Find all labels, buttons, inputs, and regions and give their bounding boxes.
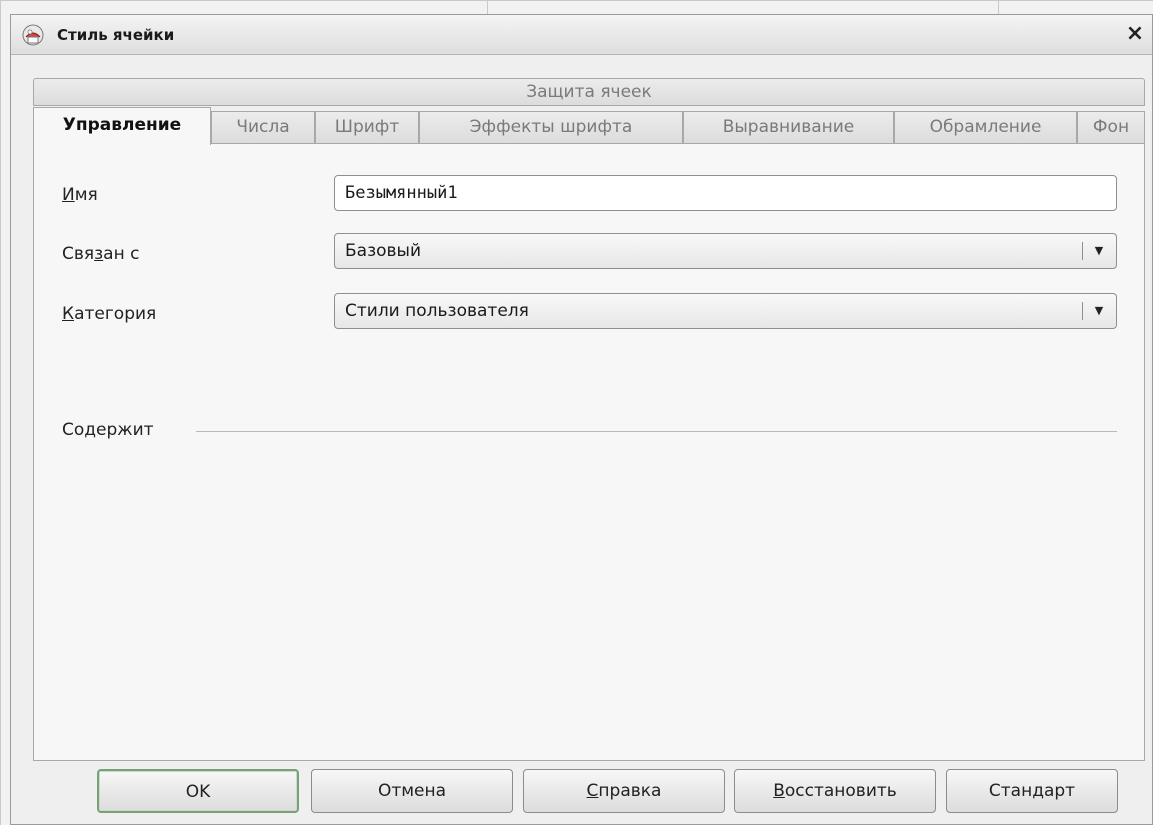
titlebar[interactable]: Стиль ячейки × — [11, 15, 1152, 55]
screen: Стиль ячейки × Защита ячеек Управление Ч… — [0, 0, 1153, 825]
calc-style-icon — [22, 24, 44, 46]
cell-style-dialog: Стиль ячейки × Защита ячеек Управление Ч… — [10, 14, 1153, 825]
standard-button[interactable]: Стандарт — [946, 769, 1118, 813]
reset-button[interactable]: Восстановить — [734, 769, 936, 813]
contains-group-divider — [196, 431, 1117, 432]
tab-cell-protection[interactable]: Защита ячеек — [33, 78, 1145, 106]
tab-management[interactable]: Управление — [33, 107, 211, 145]
chevron-down-icon[interactable]: ▼ — [1090, 295, 1108, 327]
tab-background[interactable]: Фон — [1077, 111, 1145, 143]
category-value: Стили пользователя — [345, 301, 529, 321]
linked-with-value: Базовый — [345, 241, 422, 261]
background-line — [998, 0, 999, 14]
chevron-down-icon[interactable]: ▼ — [1090, 235, 1108, 267]
tab-font[interactable]: Шрифт — [315, 111, 419, 143]
background-line — [0, 0, 1153, 1]
background-line — [487, 0, 488, 14]
window-title: Стиль ячейки — [57, 26, 175, 44]
combo-separator — [1082, 242, 1083, 260]
tab-font-effects[interactable]: Эффекты шрифта — [419, 111, 683, 143]
tab-alignment[interactable]: Выравнивание — [683, 111, 894, 143]
combo-separator — [1082, 302, 1083, 320]
category-label: Категория — [62, 304, 157, 324]
close-icon[interactable]: × — [1124, 23, 1146, 45]
tab-borders[interactable]: Обрамление — [894, 111, 1077, 143]
background-line — [0, 0, 1, 825]
help-button[interactable]: Справка — [523, 769, 725, 813]
cancel-button[interactable]: Отмена — [311, 769, 513, 813]
tab-panel-management: Имя Безымянный1 Связан с Базовый ▼ Катег… — [33, 143, 1145, 761]
name-label: Имя — [62, 185, 98, 205]
ok-button[interactable]: OK — [97, 769, 299, 813]
tab-numbers[interactable]: Числа — [211, 111, 315, 143]
contains-group-label: Содержит — [62, 420, 154, 440]
tab-row: Управление Числа Шрифт Эффекты шрифта Вы… — [33, 107, 1145, 145]
linked-with-label: Связан с — [62, 244, 140, 264]
linked-with-select[interactable]: Базовый ▼ — [334, 233, 1117, 269]
category-select[interactable]: Стили пользователя ▼ — [334, 293, 1117, 329]
name-input[interactable]: Безымянный1 — [334, 175, 1117, 211]
